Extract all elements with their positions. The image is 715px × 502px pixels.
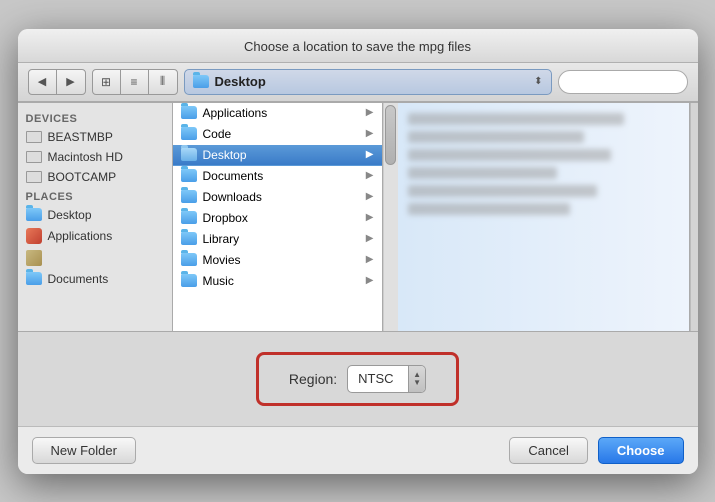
arrow-icon: ▶ [366, 191, 374, 202]
region-box: Region: NTSC ▲ ▼ [256, 352, 459, 406]
sidebar-label-bootcamp: BOOTCAMP [48, 170, 117, 184]
scroll-track-1[interactable] [383, 103, 398, 331]
folder-icon [181, 190, 197, 203]
search-input[interactable] [558, 70, 688, 94]
region-select-arrows-icon[interactable]: ▲ ▼ [408, 366, 425, 392]
home-icon [26, 250, 42, 266]
bottom-right-buttons: Cancel Choose [509, 437, 683, 464]
folder-icon [181, 169, 197, 182]
sidebar-label-applications: Applications [48, 229, 113, 243]
sidebar-item-desktop[interactable]: Desktop [18, 205, 172, 225]
drive-icon [26, 151, 42, 163]
sidebar-item-macintosh[interactable]: Macintosh HD [18, 147, 172, 167]
view-column-button[interactable]: ⦀ [149, 70, 177, 94]
sidebar-label-documents: Documents [48, 272, 109, 286]
sidebar-label-beastmbp: BEASTMBP [48, 130, 113, 144]
folder-icon [181, 253, 197, 266]
toolbar: ◀ ▶ ⊞ ≡ ⦀ Desktop ⬍ 🔍 [18, 63, 698, 102]
folder-icon [181, 232, 197, 245]
scroll-thumb-1[interactable] [385, 105, 396, 165]
browser-area: DEVICES BEASTMBP Macintosh HD BOOTCAMP P… [18, 102, 698, 332]
arrow-icon: ▶ [366, 149, 374, 160]
location-folder-icon [193, 75, 209, 88]
location-arrows-icon: ⬍ [534, 76, 542, 87]
folder-icon [181, 211, 197, 224]
folder-columns: Applications ▶ Code ▶ Desktop ▶ [173, 103, 698, 331]
view-icon-button[interactable]: ⊞ [93, 70, 121, 94]
folder-col-1: Applications ▶ Code ▶ Desktop ▶ [173, 103, 383, 331]
drive-icon [26, 171, 42, 183]
new-folder-button[interactable]: New Folder [32, 437, 136, 464]
folder-icon [181, 106, 197, 119]
search-wrapper: 🔍 [558, 70, 688, 94]
region-panel: Region: NTSC ▲ ▼ [18, 332, 698, 427]
places-header: PLACES [18, 187, 172, 205]
sidebar-item-home[interactable] [18, 247, 172, 269]
region-label: Region: [289, 371, 337, 387]
location-dropdown[interactable]: Desktop ⬍ [184, 69, 552, 95]
folder-item-desktop[interactable]: Desktop ▶ [173, 145, 382, 166]
folder-icon-selected [181, 148, 197, 161]
arrow-icon: ▶ [366, 233, 374, 244]
dialog-title: Choose a location to save the mpg files [18, 29, 698, 63]
arrow-icon: ▶ [366, 212, 374, 223]
choose-button[interactable]: Choose [598, 437, 684, 464]
arrow-icon: ▶ [366, 107, 374, 118]
region-value: NTSC [348, 368, 408, 389]
folder-item-movies[interactable]: Movies ▶ [173, 250, 382, 271]
save-dialog: Choose a location to save the mpg files … [18, 29, 698, 474]
forward-button[interactable]: ▶ [57, 70, 85, 94]
sidebar-item-applications[interactable]: Applications [18, 225, 172, 247]
view-list-button[interactable]: ≡ [121, 70, 149, 94]
folder-list: Applications ▶ Code ▶ Desktop ▶ [173, 103, 382, 292]
folder-item-library[interactable]: Library ▶ [173, 229, 382, 250]
bottom-bar: New Folder Cancel Choose [18, 427, 698, 474]
location-name: Desktop [215, 74, 529, 89]
cancel-button[interactable]: Cancel [509, 437, 587, 464]
folder-icon [181, 127, 197, 140]
folder-item-applications[interactable]: Applications ▶ [173, 103, 382, 124]
drive-icon [26, 131, 42, 143]
view-buttons: ⊞ ≡ ⦀ [92, 69, 178, 95]
devices-header: DEVICES [18, 109, 172, 127]
folder-item-music[interactable]: Music ▶ [173, 271, 382, 292]
dialog-title-text: Choose a location to save the mpg files [244, 39, 471, 54]
desktop-contents [398, 103, 689, 231]
folder-icon [181, 274, 197, 287]
folder-item-dropbox[interactable]: Dropbox ▶ [173, 208, 382, 229]
sidebar: DEVICES BEASTMBP Macintosh HD BOOTCAMP P… [18, 103, 173, 331]
back-button[interactable]: ◀ [29, 70, 57, 94]
arrow-icon: ▶ [366, 254, 374, 265]
region-select[interactable]: NTSC ▲ ▼ [347, 365, 426, 393]
nav-buttons: ◀ ▶ [28, 69, 86, 95]
desktop-icon [26, 208, 42, 221]
arrow-icon: ▶ [366, 275, 374, 286]
sidebar-label-desktop: Desktop [48, 208, 92, 222]
sidebar-label-macintosh: Macintosh HD [48, 150, 123, 164]
folder-col-2 [398, 103, 690, 331]
folder-item-documents[interactable]: Documents ▶ [173, 166, 382, 187]
sidebar-item-documents[interactable]: Documents [18, 269, 172, 289]
sidebar-item-beastmbp[interactable]: BEASTMBP [18, 127, 172, 147]
sidebar-item-bootcamp[interactable]: BOOTCAMP [18, 167, 172, 187]
folder-item-downloads[interactable]: Downloads ▶ [173, 187, 382, 208]
resize-handle[interactable] [690, 103, 698, 331]
docs-icon [26, 272, 42, 285]
applications-icon [26, 228, 42, 244]
arrow-icon: ▶ [366, 128, 374, 139]
arrow-icon: ▶ [366, 170, 374, 181]
folder-item-code[interactable]: Code ▶ [173, 124, 382, 145]
